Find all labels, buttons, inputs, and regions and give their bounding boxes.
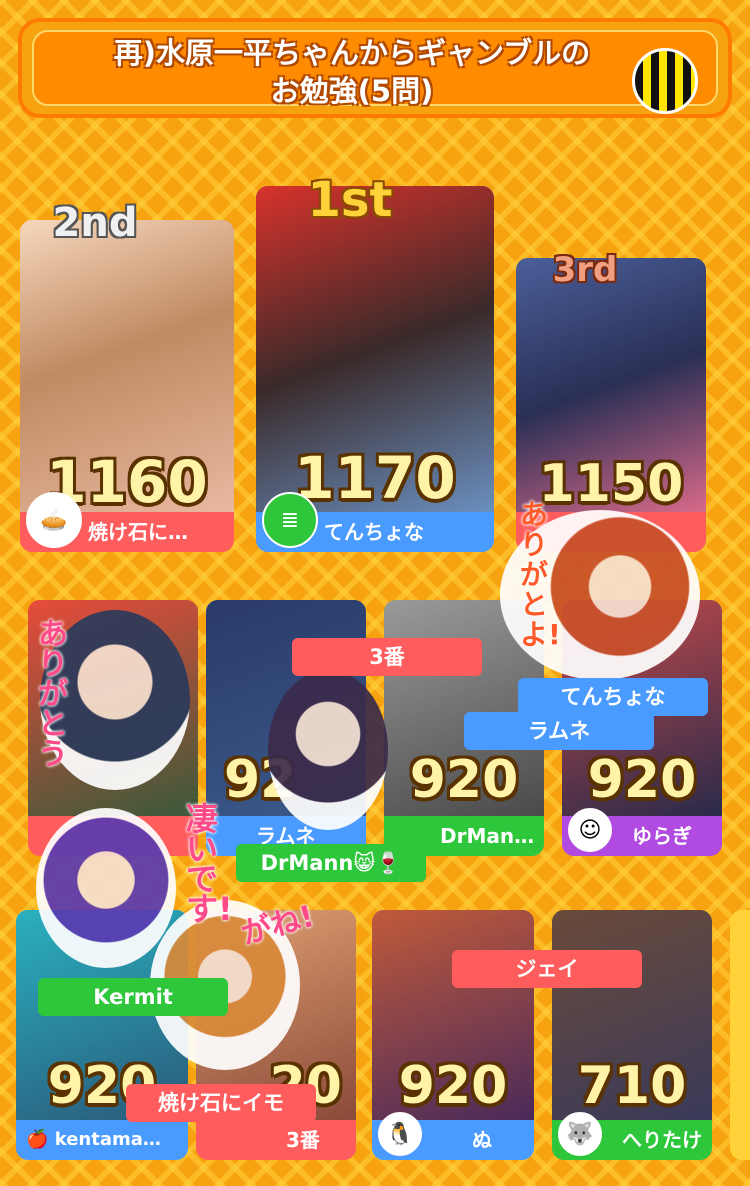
score-value: 920 [398, 1056, 508, 1116]
sticker-character [36, 808, 176, 968]
sticker-sugoi-text: 凄いです! [186, 800, 233, 928]
reaction-chip-red: ジェイ [452, 950, 642, 988]
player-name: 焼け石に… [88, 520, 188, 544]
title-banner: 再)水原一平ちゃんからギャンブルの お勉強(5問) [18, 18, 732, 118]
player-card-partial[interactable] [730, 910, 750, 1160]
reaction-chip-green: Kermit [38, 978, 228, 1016]
reaction-chip-red: 焼け石にイモ [126, 1084, 316, 1122]
player-name: ゆらぎ [632, 824, 692, 848]
player-name-text: kentama… [54, 1129, 161, 1150]
podium-card-2nd[interactable]: 1160 🥧 焼け石に… [20, 220, 234, 552]
player-card[interactable]: 5th 920 🐧 ぬ [372, 910, 534, 1160]
sticker-character [268, 670, 388, 830]
player-name: 3番 [286, 1128, 320, 1152]
apple-icon: 🍎 [26, 1129, 49, 1150]
rank-laurel-3rd: 3rd [552, 250, 618, 290]
player-card[interactable]: 11th 710 🐺 へりたけ [552, 910, 712, 1160]
score-value: 920 [587, 750, 697, 810]
player-name: ぬ [472, 1128, 492, 1152]
sticker-arigato-text: ありがとう [38, 617, 68, 772]
rank-laurel-1st: 1st [307, 172, 393, 228]
tiger-stripe-icon [632, 48, 698, 114]
score-value: 920 [409, 750, 519, 810]
player-name: てんちょな [324, 520, 424, 544]
reaction-chip-green: DrMann😸🍷 [236, 844, 426, 882]
quiz-title-line2: お勉強(5問) [270, 74, 434, 108]
rank-laurel-2nd: 2nd [52, 200, 138, 246]
reaction-chip-blue: てんちょな [518, 678, 708, 716]
reaction-chip-blue: ラムネ [464, 712, 654, 750]
reaction-chip-red: 3番 [292, 638, 482, 676]
sticker-arigatoyo-text: ありがとよ! [520, 498, 561, 651]
player-name: へりたけ [622, 1128, 702, 1152]
player-name: 🍎 kentama… [16, 1120, 188, 1160]
podium-card-1st[interactable]: 1170 ≣ てんちょな [256, 186, 494, 552]
quiz-title: 再)水原一平ちゃんからギャンブルの お勉強(5問) [52, 34, 652, 110]
score-value: 710 [577, 1056, 687, 1116]
quiz-title-line1: 再)水原一平ちゃんからギャンブルの [113, 36, 591, 70]
